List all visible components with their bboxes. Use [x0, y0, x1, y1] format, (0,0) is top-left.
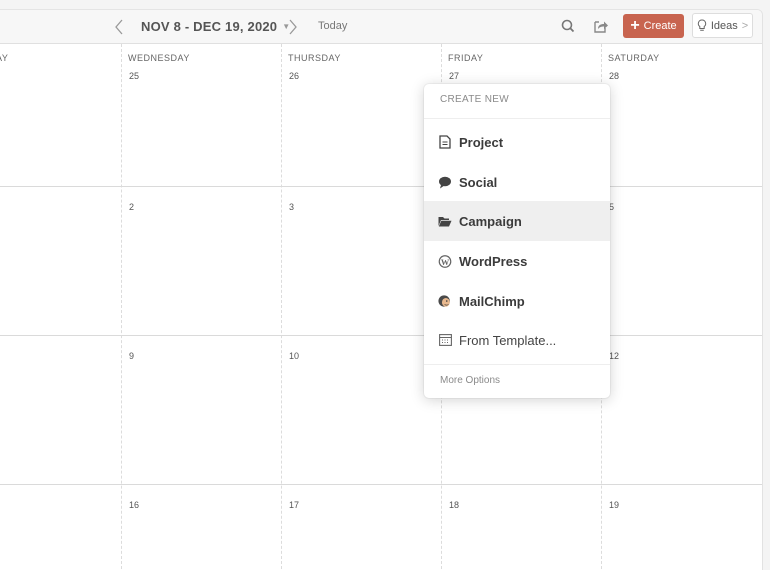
ideas-button[interactable]: Ideas >: [692, 13, 753, 38]
week-divider: [0, 484, 762, 485]
menu-item-project[interactable]: Project: [424, 122, 610, 162]
more-options-link[interactable]: More Options: [440, 375, 500, 386]
menu-divider: [424, 364, 610, 365]
today-button[interactable]: Today: [318, 20, 347, 32]
day-cell-number[interactable]: 27: [449, 71, 459, 81]
day-cell-number[interactable]: 12: [609, 351, 619, 361]
template-icon: [438, 333, 452, 347]
day-cell-number[interactable]: 10: [289, 351, 299, 361]
day-cell-number[interactable]: 19: [609, 500, 619, 510]
calendar-toolbar: NOV 8 - DEC 19, 2020 ▼ Today + Create Idea…: [0, 10, 762, 44]
date-range-selector[interactable]: NOV 8 - DEC 19, 2020 ▼: [141, 19, 290, 34]
calendar-grid: AY WEDNESDAY THURSDAY FRIDAY SATURDAY 25…: [0, 44, 762, 570]
document-icon: [438, 135, 452, 149]
week-divider: [0, 335, 762, 336]
day-cell-number[interactable]: 3: [289, 202, 294, 212]
create-new-menu: CREATE NEW Project Social Campaign W Wor…: [424, 84, 610, 398]
create-button[interactable]: + Create: [623, 14, 684, 38]
day-header-tuesday: AY: [0, 53, 9, 63]
share-icon[interactable]: [593, 18, 609, 34]
day-cell-number[interactable]: 16: [129, 500, 139, 510]
menu-item-label: MailChimp: [459, 293, 525, 309]
search-icon[interactable]: [560, 18, 576, 34]
svg-text:W: W: [441, 257, 450, 266]
wordpress-icon: W: [438, 254, 452, 268]
menu-item-social[interactable]: Social: [424, 162, 610, 202]
menu-header: CREATE NEW: [440, 94, 509, 105]
speech-bubble-icon: [438, 175, 452, 189]
day-header-saturday: SATURDAY: [608, 53, 660, 63]
menu-item-label: From Template...: [459, 332, 557, 348]
day-cell-number[interactable]: 2: [129, 202, 134, 212]
folder-open-icon: [438, 214, 452, 228]
column-divider: [281, 44, 282, 570]
day-header-wednesday: WEDNESDAY: [128, 53, 190, 63]
day-cell-number[interactable]: 26: [289, 71, 299, 81]
lightbulb-icon: [697, 19, 706, 31]
day-cell-number[interactable]: 17: [289, 500, 299, 510]
menu-divider: [424, 118, 610, 119]
day-cell-number[interactable]: 9: [129, 351, 134, 361]
calendar-window: NOV 8 - DEC 19, 2020 ▼ Today + Create Idea…: [0, 9, 763, 570]
mailchimp-icon: [438, 294, 452, 308]
next-range-button[interactable]: [286, 17, 300, 37]
menu-item-campaign[interactable]: Campaign: [424, 201, 610, 241]
previous-range-button[interactable]: [112, 17, 126, 37]
menu-item-wordpress[interactable]: W WordPress: [424, 241, 610, 281]
menu-item-from-template[interactable]: From Template...: [424, 320, 610, 360]
menu-item-label: Project: [459, 134, 504, 150]
menu-item-label: WordPress: [459, 253, 528, 269]
plus-icon: +: [630, 17, 640, 34]
menu-item-label: Campaign: [459, 213, 522, 229]
day-cell-number[interactable]: 25: [129, 71, 139, 81]
day-cell-number[interactable]: 28: [609, 71, 619, 81]
ideas-button-label: Ideas: [710, 19, 738, 32]
menu-item-mailchimp[interactable]: MailChimp: [424, 281, 610, 321]
date-range-label: NOV 8 - DEC 19, 2020: [141, 19, 278, 34]
menu-item-label: Social: [459, 174, 498, 190]
create-button-label: Create: [643, 20, 677, 32]
day-header-friday: FRIDAY: [448, 53, 484, 63]
week-divider: [0, 186, 762, 187]
column-divider: [121, 44, 122, 570]
day-cell-number[interactable]: 18: [449, 500, 459, 510]
chevron-right-icon: >: [741, 19, 749, 32]
day-header-thursday: THURSDAY: [288, 53, 341, 63]
